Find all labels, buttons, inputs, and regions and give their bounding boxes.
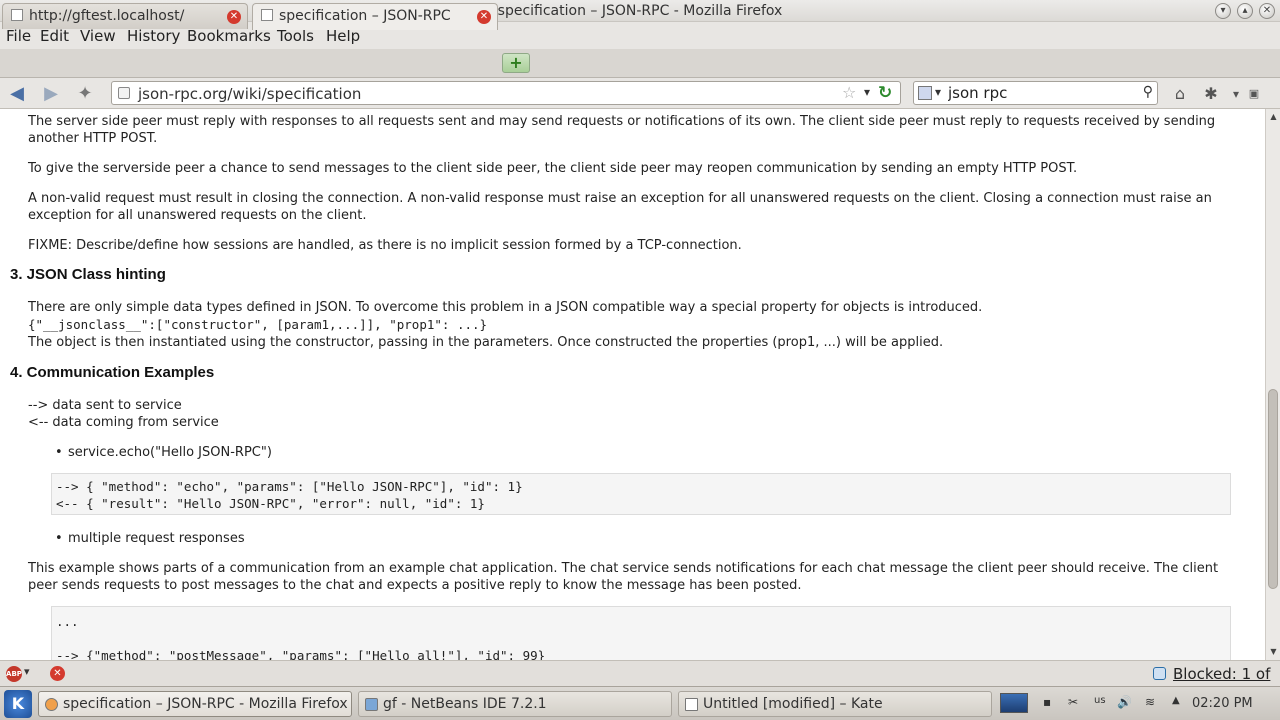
- task-netbeans[interactable]: gf - NetBeans IDE 7.2.1: [358, 691, 672, 717]
- search-input[interactable]: [948, 84, 1128, 102]
- code-line: <-- { "result": "Hello JSON-RPC", "error…: [56, 496, 485, 511]
- vertical-scrollbar[interactable]: ▲ ▼: [1265, 109, 1280, 660]
- section-heading: 3. JSON Class hinting: [10, 266, 166, 283]
- clock[interactable]: 02:20 PM: [1192, 696, 1253, 711]
- tab-label: specification – JSON-RPC: [279, 8, 451, 24]
- popup-blocked-icon[interactable]: [1153, 667, 1166, 680]
- back-button[interactable]: ◀: [6, 83, 28, 105]
- netbeans-icon: [365, 698, 378, 711]
- paragraph: To give the serverside peer a chance to …: [28, 161, 1078, 176]
- page-icon: [261, 9, 273, 21]
- legend-line: --> data sent to service: [28, 398, 182, 413]
- paragraph: FIXME: Describe/define how sessions are …: [28, 238, 742, 253]
- home-icon[interactable]: ⌂: [1169, 83, 1191, 105]
- pager-icon[interactable]: [1000, 693, 1028, 713]
- paragraph: peer sends requests to post messages to …: [28, 578, 802, 593]
- paragraph: A non-valid request must result in closi…: [28, 191, 1212, 206]
- addon-bug-icon[interactable]: ✱: [1200, 83, 1222, 105]
- bookmark-star-icon[interactable]: ☆: [842, 83, 856, 102]
- adblock-icon[interactable]: ABP: [6, 666, 22, 682]
- paragraph: another HTTP POST.: [28, 131, 158, 146]
- scroll-down-icon[interactable]: ▼: [1267, 645, 1280, 658]
- tab-specification[interactable]: specification – JSON-RPC ✕: [252, 3, 498, 30]
- taskbar: K specification – JSON-RPC - Mozilla Fir…: [0, 686, 1280, 720]
- code-line: ...: [56, 614, 79, 629]
- tray-expand-icon[interactable]: ▲: [1172, 695, 1180, 706]
- url-text: json-rpc.org/wiki/specification: [138, 85, 362, 103]
- code-line: --> {"method": "postMessage", "params": …: [56, 648, 546, 660]
- search-bar[interactable]: ▾ ⚲: [913, 81, 1158, 105]
- history-dropdown-icon[interactable]: ✦: [74, 83, 96, 105]
- close-window-button[interactable]: ✕: [1259, 3, 1275, 19]
- page-icon: [11, 9, 23, 21]
- close-tab-icon[interactable]: ✕: [477, 10, 491, 24]
- tab-label: http://gftest.localhost/: [29, 8, 185, 24]
- firefox-icon: [45, 698, 58, 711]
- forward-button[interactable]: ▶: [40, 83, 62, 105]
- paragraph: exception for all unanswered requests on…: [28, 208, 367, 223]
- menu-edit[interactable]: Edit: [40, 27, 69, 45]
- klipper-scissors-icon[interactable]: ✂: [1068, 695, 1078, 709]
- paragraph: The object is then instantiated using th…: [28, 335, 944, 350]
- navigation-toolbar: ◀ ▶ ✦ json-rpc.org/wiki/specification ☆ …: [0, 78, 1280, 109]
- minimize-button[interactable]: ▾: [1215, 3, 1231, 19]
- paragraph: The server side peer must reply with res…: [28, 114, 1216, 129]
- code-block: ... --> {"method": "postMessage", "param…: [51, 606, 1231, 660]
- url-dropdown-icon[interactable]: ▾: [864, 85, 870, 99]
- menu-history[interactable]: History: [127, 27, 180, 45]
- code-line: --> { "method": "echo", "params": ["Hell…: [56, 479, 523, 494]
- adblock-dropdown-icon[interactable]: ▾: [24, 665, 30, 678]
- new-tab-button[interactable]: +: [502, 53, 530, 73]
- task-firefox[interactable]: specification – JSON-RPC - Mozilla Firef…: [38, 691, 352, 717]
- scroll-thumb[interactable]: [1268, 389, 1278, 589]
- tab-gftest[interactable]: http://gftest.localhost/ ✕: [2, 3, 248, 29]
- url-bar[interactable]: json-rpc.org/wiki/specification ☆ ▾ ↻: [111, 81, 901, 105]
- kate-icon: [685, 698, 698, 711]
- reload-icon[interactable]: ↻: [878, 83, 892, 103]
- code-inline: {"__jsonclass__":["constructor", [param1…: [28, 317, 488, 332]
- task-label: Untitled [modified] – Kate: [703, 696, 883, 712]
- page-content: The server side peer must reply with res…: [0, 109, 1265, 660]
- paragraph: This example shows parts of a communicat…: [28, 561, 1219, 576]
- code-block: --> { "method": "echo", "params": ["Hell…: [51, 473, 1231, 515]
- task-label: specification – JSON-RPC - Mozilla Firef…: [63, 696, 348, 712]
- bullet-item: multiple request responses: [55, 530, 245, 547]
- task-label: gf - NetBeans IDE 7.2.1: [383, 696, 547, 712]
- search-engine-icon[interactable]: [918, 86, 932, 100]
- tab-counter-icon[interactable]: ▣: [1243, 83, 1265, 105]
- maximize-button[interactable]: ▴: [1237, 3, 1253, 19]
- status-bar: ABP ▾ ✕ Blocked: 1 of 1: [0, 660, 1280, 701]
- section-heading: 4. Communication Examples: [10, 364, 215, 381]
- paragraph: There are only simple data types defined…: [28, 300, 983, 315]
- volume-icon[interactable]: 🔊: [1117, 695, 1132, 709]
- menu-file[interactable]: File: [6, 27, 31, 45]
- site-identity-icon[interactable]: [118, 87, 130, 99]
- close-tab-icon[interactable]: ✕: [227, 10, 241, 24]
- legend-line: <-- data coming from service: [28, 415, 219, 430]
- kde-menu-button[interactable]: K: [4, 690, 32, 718]
- binoculars-icon[interactable]: ⚲: [1143, 84, 1153, 100]
- desktop-icon[interactable]: ▪: [1043, 695, 1051, 709]
- error-icon[interactable]: ✕: [50, 666, 65, 681]
- bullet-item: service.echo("Hello JSON-RPC"): [55, 444, 272, 461]
- menu-view[interactable]: View: [80, 27, 116, 45]
- task-kate[interactable]: Untitled [modified] – Kate: [678, 691, 992, 717]
- scroll-up-icon[interactable]: ▲: [1267, 110, 1280, 123]
- search-engine-dropdown-icon[interactable]: ▾: [935, 85, 941, 99]
- tab-bar: [0, 49, 1280, 78]
- keyboard-layout[interactable]: us: [1094, 695, 1106, 706]
- network-icon[interactable]: ≋: [1145, 695, 1155, 709]
